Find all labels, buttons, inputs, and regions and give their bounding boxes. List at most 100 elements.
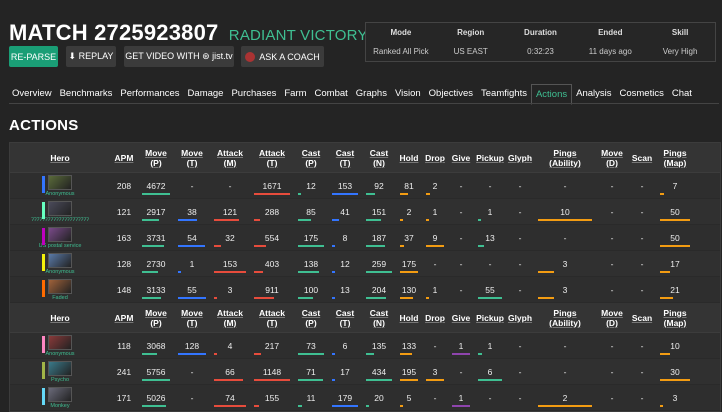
- cell-value: -: [459, 258, 463, 269]
- column-header-pings-map[interactable]: Pings (Map): [656, 148, 694, 168]
- value-bar: [660, 379, 690, 381]
- column-header-cast-n[interactable]: Cast (N): [362, 148, 396, 168]
- cell-scan: -: [628, 359, 656, 384]
- hero-cell[interactable]: Monkey: [10, 385, 110, 410]
- column-header-move-d[interactable]: Move (D): [596, 148, 628, 168]
- column-header-pings-map[interactable]: Pings (Map): [656, 308, 694, 328]
- column-header-hold[interactable]: Hold: [396, 153, 422, 163]
- tab-chat[interactable]: Chat: [668, 84, 696, 105]
- tab-farm[interactable]: Farm: [280, 84, 310, 105]
- tab-overview[interactable]: Overview: [8, 84, 56, 105]
- hero-cell[interactable]: Psycho: [10, 359, 110, 384]
- cell-value: 163: [116, 232, 132, 243]
- cell-value: 50: [670, 206, 680, 217]
- reparse-button[interactable]: RE-PARSE: [9, 46, 58, 67]
- column-header-attack-t[interactable]: Attack (T): [250, 308, 294, 328]
- column-header-move-d[interactable]: Move (D): [596, 308, 628, 328]
- column-header-hold[interactable]: Hold: [396, 313, 422, 323]
- column-header-hero[interactable]: Hero: [10, 153, 110, 163]
- column-header-cast-p[interactable]: Cast (P): [294, 308, 328, 328]
- column-header-cast-t[interactable]: Cast (T): [328, 148, 362, 168]
- tab-graphs[interactable]: Graphs: [352, 84, 391, 105]
- column-header-move-t[interactable]: Move (T): [174, 148, 210, 168]
- tab-actions[interactable]: Actions: [530, 84, 573, 105]
- value-bar: [426, 219, 429, 221]
- tab-analysis[interactable]: Analysis: [572, 84, 615, 105]
- hero-cell[interactable]: ʔʔʔʔʔʔʔʔʔʔʔʔʔʔʔʔʔʔʔʔʔ: [10, 199, 110, 224]
- column-header-scan[interactable]: Scan: [628, 313, 656, 323]
- cell-give: 1: [448, 385, 474, 410]
- column-header-glyph[interactable]: Glyph: [506, 153, 534, 163]
- column-header-drop[interactable]: Drop: [422, 153, 448, 163]
- tab-cosmetics[interactable]: Cosmetics: [615, 84, 667, 105]
- tab-performances[interactable]: Performances: [116, 84, 183, 105]
- hero-portrait[interactable]: [48, 386, 72, 402]
- tab-combat[interactable]: Combat: [311, 84, 352, 105]
- player-name[interactable]: Anonymous: [45, 269, 74, 275]
- get-video-button[interactable]: GET VIDEO WITH ⊛ jist.tv: [124, 46, 234, 67]
- player-name[interactable]: Monkey: [50, 403, 69, 409]
- ask-coach-button[interactable]: ASK A COACH: [241, 46, 324, 67]
- cell-value: 5756: [146, 366, 166, 377]
- hero-portrait[interactable]: [48, 226, 72, 242]
- cell-value: 241: [116, 366, 132, 377]
- hero-cell[interactable]: US postal service: [10, 225, 110, 250]
- player-name[interactable]: Anonymous: [45, 351, 74, 357]
- cell-move-t: -: [174, 359, 210, 384]
- column-header-give[interactable]: Give: [448, 313, 474, 323]
- cell-value: -: [610, 366, 614, 377]
- column-header-pings-ability[interactable]: Pings (Ability): [534, 148, 596, 168]
- hero-cell[interactable]: Anonymous: [10, 333, 110, 358]
- column-header-pings-ability[interactable]: Pings (Ability): [534, 308, 596, 328]
- player-name[interactable]: US postal service: [39, 243, 82, 249]
- replay-button[interactable]: ⬇ REPLAY: [66, 46, 116, 67]
- column-header-give[interactable]: Give: [448, 153, 474, 163]
- column-header-cast-n[interactable]: Cast (N): [362, 308, 396, 328]
- column-header-attack-t[interactable]: Attack (T): [250, 148, 294, 168]
- player-name[interactable]: Anonymous: [45, 191, 74, 197]
- tab-purchases[interactable]: Purchases: [227, 84, 280, 105]
- table-row: Anonymous 128 2730 1 153 403 138 12 259 175 - - - - 3 -…: [10, 251, 720, 277]
- hero-cell[interactable]: Anonymous: [10, 173, 110, 198]
- cell-attack-m: 3: [210, 277, 250, 302]
- player-name[interactable]: ʔʔʔʔʔʔʔʔʔʔʔʔʔʔʔʔʔʔʔʔʔ: [31, 217, 89, 223]
- column-header-cast-t[interactable]: Cast (T): [328, 308, 362, 328]
- hero-cell[interactable]: Anonymous: [10, 251, 110, 276]
- tab-damage[interactable]: Damage: [184, 84, 228, 105]
- column-header-drop[interactable]: Drop: [422, 313, 448, 323]
- cell-value: 11: [306, 392, 316, 403]
- column-header-scan[interactable]: Scan: [628, 153, 656, 163]
- cell-value: 148: [116, 284, 132, 295]
- cell-pings-ability: -: [534, 359, 596, 384]
- cell-value: 3133: [146, 284, 166, 295]
- player-color-bar: [42, 254, 45, 271]
- hero-portrait[interactable]: [48, 278, 72, 294]
- hero-portrait[interactable]: [48, 200, 72, 216]
- column-header-move-t[interactable]: Move (T): [174, 308, 210, 328]
- column-header-pickup[interactable]: Pickup: [474, 313, 506, 323]
- column-header-glyph[interactable]: Glyph: [506, 313, 534, 323]
- column-header-attack-m[interactable]: Attack (M): [210, 148, 250, 168]
- column-header-apm[interactable]: APM: [110, 153, 138, 163]
- player-name[interactable]: Faded: [52, 295, 68, 301]
- column-header-move-p[interactable]: Move (P): [138, 148, 174, 168]
- table-row: Faded 148 3133 55 3 911 100 13 204 130 1 - 55 - 3 - - 21: [10, 277, 720, 303]
- hero-cell[interactable]: Faded: [10, 277, 110, 302]
- tab-teamfights[interactable]: Teamfights: [477, 84, 531, 105]
- column-header-move-p[interactable]: Move (P): [138, 308, 174, 328]
- tab-vision[interactable]: Vision: [391, 84, 425, 105]
- hero-portrait[interactable]: [48, 252, 72, 268]
- column-header-hero[interactable]: Hero: [10, 313, 110, 323]
- column-header-attack-m[interactable]: Attack (M): [210, 308, 250, 328]
- tab-benchmarks[interactable]: Benchmarks: [56, 84, 117, 105]
- column-header-pickup[interactable]: Pickup: [474, 153, 506, 163]
- hero-portrait[interactable]: [48, 174, 72, 190]
- tab-objectives[interactable]: Objectives: [425, 84, 477, 105]
- hero-portrait[interactable]: [48, 334, 72, 350]
- column-header-cast-p[interactable]: Cast (P): [294, 148, 328, 168]
- player-name[interactable]: Psycho: [51, 377, 69, 383]
- column-header-apm[interactable]: APM: [110, 313, 138, 323]
- cell-value: 5: [406, 392, 412, 403]
- value-bar: [400, 193, 408, 195]
- hero-portrait[interactable]: [48, 360, 72, 376]
